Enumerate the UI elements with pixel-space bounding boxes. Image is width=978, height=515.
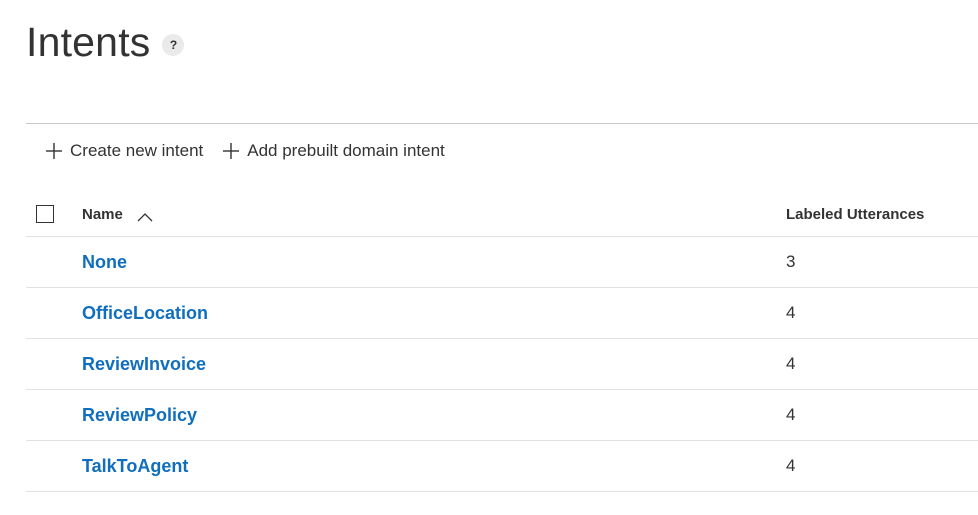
table-row: OfficeLocation 4 xyxy=(26,288,978,339)
chevron-up-icon xyxy=(137,209,153,222)
table-header-row: Name Labeled Utterances xyxy=(26,192,978,237)
intents-page: Intents ? Create new intent Add prebuilt… xyxy=(0,0,978,515)
labeled-utterances-count: 4 xyxy=(786,405,796,424)
help-icon[interactable]: ? xyxy=(162,34,185,56)
top-divider xyxy=(26,123,978,124)
table-row: ReviewPolicy 4 xyxy=(26,390,978,441)
add-prebuilt-domain-intent-button[interactable]: Add prebuilt domain intent xyxy=(221,138,445,164)
column-header-labeled-utterances-label: Labeled Utterances xyxy=(786,205,925,223)
labeled-utterances-count: 4 xyxy=(786,456,796,475)
intent-link[interactable]: ReviewInvoice xyxy=(82,339,206,389)
command-bar: Create new intent Add prebuilt domain in… xyxy=(44,138,445,164)
page-title: Intents xyxy=(26,19,151,65)
column-header-name-label: Name xyxy=(82,205,123,223)
labeled-utterances-count: 4 xyxy=(786,354,796,373)
add-prebuilt-domain-intent-label: Add prebuilt domain intent xyxy=(247,141,445,160)
plus-icon xyxy=(221,141,241,161)
labeled-utterances-count: 4 xyxy=(786,303,796,322)
select-all-checkbox[interactable] xyxy=(36,205,54,223)
intent-link[interactable]: ReviewPolicy xyxy=(82,390,197,440)
intent-link[interactable]: OfficeLocation xyxy=(82,288,208,338)
intents-table: Name Labeled Utterances None 3 OfficeLoc… xyxy=(26,192,978,492)
create-new-intent-label: Create new intent xyxy=(70,141,204,160)
column-header-name[interactable]: Name xyxy=(82,192,153,236)
column-header-labeled-utterances[interactable]: Labeled Utterances xyxy=(786,192,924,236)
table-row: None 3 xyxy=(26,237,978,288)
intent-link[interactable]: None xyxy=(82,237,127,287)
table-row: TalkToAgent 4 xyxy=(26,441,978,492)
table-row: ReviewInvoice 4 xyxy=(26,339,978,390)
create-new-intent-button[interactable]: Create new intent xyxy=(44,138,203,164)
labeled-utterances-count: 3 xyxy=(786,252,796,271)
intent-link[interactable]: TalkToAgent xyxy=(82,441,188,491)
title-row: Intents ? xyxy=(26,16,185,68)
plus-icon xyxy=(44,141,64,161)
